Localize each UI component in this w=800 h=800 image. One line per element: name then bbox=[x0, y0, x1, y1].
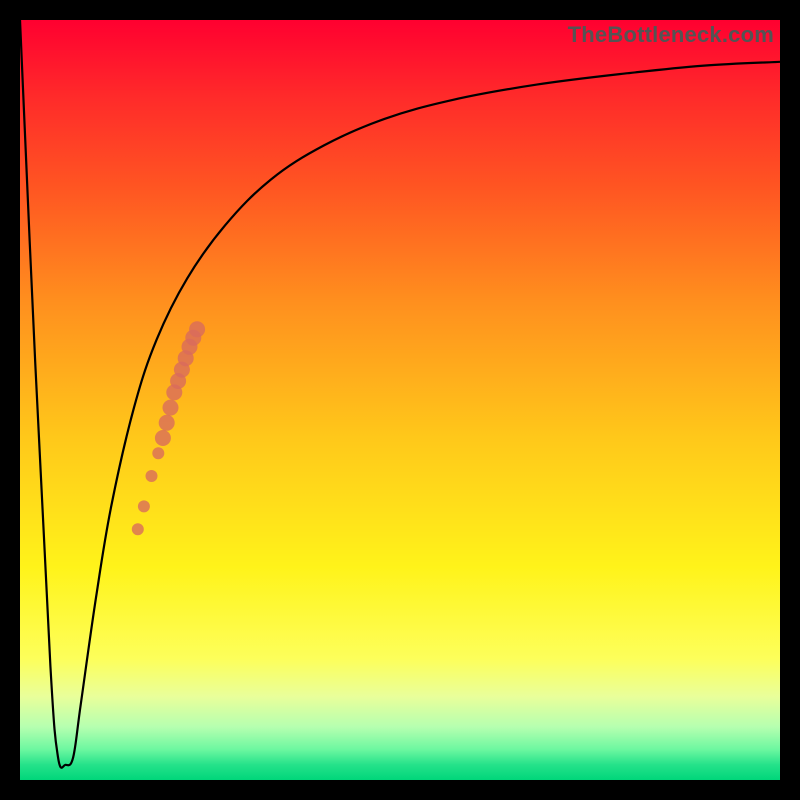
chart-frame: TheBottleneck.com bbox=[0, 0, 800, 800]
bottleneck-curve bbox=[20, 20, 780, 768]
highlight-dot bbox=[146, 470, 158, 482]
highlight-dot bbox=[132, 523, 144, 535]
curve-svg bbox=[20, 20, 780, 780]
highlight-dots bbox=[132, 321, 205, 535]
plot-area: TheBottleneck.com bbox=[20, 20, 780, 780]
highlight-dot bbox=[159, 415, 175, 431]
highlight-dot bbox=[189, 321, 205, 337]
highlight-dot bbox=[152, 447, 164, 459]
highlight-dot bbox=[163, 400, 179, 416]
highlight-dot bbox=[138, 500, 150, 512]
highlight-dot bbox=[155, 430, 171, 446]
